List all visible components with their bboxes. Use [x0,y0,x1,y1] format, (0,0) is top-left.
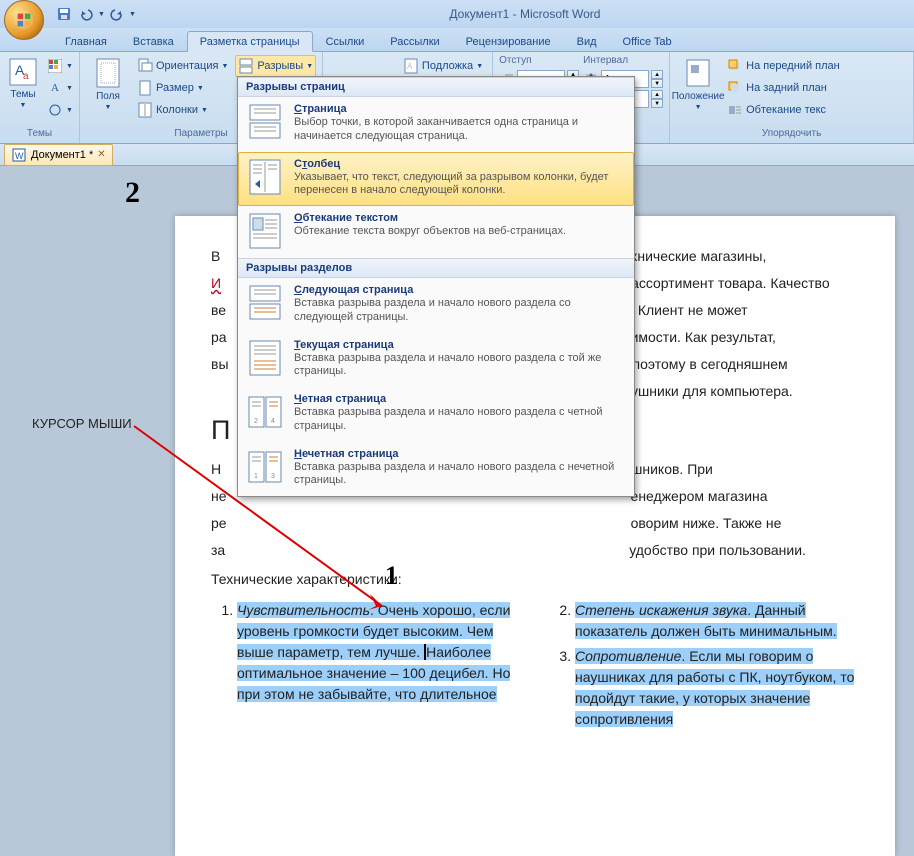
tab-insert[interactable]: Вставка [120,31,187,51]
annotation-2: 2 [125,176,140,210]
redo-button[interactable] [107,4,127,24]
svg-text:a: a [23,71,29,82]
tab-mailings[interactable]: Рассылки [377,31,452,51]
watermark-label: Подложка [422,60,473,72]
undo-dropdown[interactable]: ▼ [98,11,105,18]
section-odd-page[interactable]: 13 Нечетная страницаВставка разрыва разд… [238,442,634,497]
themes-button[interactable]: Aa Темы ▼ [6,55,40,127]
bring-front-label: На передний план [746,60,840,72]
word-doc-icon: W [11,147,27,163]
group-themes-label: Темы [6,127,73,143]
text-wrap-button[interactable]: Обтекание текс [724,99,843,121]
margins-label: Поля [96,91,120,102]
indent-heading: Отступ [499,55,579,69]
text-wrap-label: Обтекание текс [746,104,826,116]
ribbon-tabs: Главная Вставка Разметка страницы Ссылки… [0,28,914,52]
section-even-page[interactable]: 24 Четная страницаВставка разрыва раздел… [238,387,634,442]
size-label: Размер [156,82,194,94]
break-page-icon [248,103,282,141]
columns-button[interactable]: Колонки▼ [134,99,231,121]
svg-text:1: 1 [254,473,258,480]
spacing-heading: Интервал [583,55,663,69]
theme-colors[interactable]: ▼ [44,55,76,77]
section-even-icon: 24 [248,393,282,431]
document-tab-label: Документ1 * [31,149,93,161]
break-wrap-icon [248,212,282,250]
orientation-button[interactable]: Ориентация▼ [134,55,231,77]
quick-access-toolbar: ▼ ▼ [54,4,136,24]
document-tab[interactable]: W Документ1 * ✕ [4,144,113,166]
svg-text:3: 3 [271,473,275,480]
svg-text:A: A [407,62,413,71]
save-button[interactable] [54,4,74,24]
break-page[interactable]: СтраницаВыбор точки, в которой заканчива… [238,97,634,152]
tab-review[interactable]: Рецензирование [453,31,564,51]
tech-heading: Технические характеристики: [211,569,859,590]
tab-home[interactable]: Главная [52,31,120,51]
two-columns: Чувствительность. Очень хорошо, если уро… [211,600,859,734]
svg-text:2: 2 [254,418,258,425]
theme-fonts[interactable]: A▼ [44,77,76,99]
undo-button[interactable] [76,4,96,24]
qat-customize[interactable]: ▼ [129,11,136,18]
svg-text:4: 4 [271,418,275,425]
breaks-hdr-sections: Разрывы разделов [238,258,634,278]
tab-view[interactable]: Вид [564,31,610,51]
margins-button[interactable]: Поля▼ [86,55,130,127]
list-item: Чувствительность. Очень хорошо, если уро… [237,600,521,705]
section-odd-icon: 13 [248,448,282,486]
breaks-dropdown-menu: Разрывы страниц СтраницаВыбор точки, в к… [237,76,635,497]
section-next-page[interactable]: Следующая страницаВставка разрыва раздел… [238,278,634,333]
tab-page-layout[interactable]: Разметка страницы [187,31,313,52]
breaks-hdr-pages: Разрывы страниц [238,77,634,97]
orientation-label: Ориентация [156,60,218,72]
break-text-wrapping[interactable]: Обтекание текстомОбтекание текста вокруг… [238,206,634,258]
theme-effects[interactable]: ▼ [44,99,76,121]
group-arrange: Положение▼ На передний план На задний пл… [670,52,914,143]
tab-office-tab[interactable]: Office Tab [610,31,685,51]
list-item: Сопротивление. Если мы говорим о наушник… [575,646,859,730]
close-tab-icon[interactable]: ✕ [97,149,105,160]
themes-label: Темы [10,89,35,100]
list-item: Степень искажения звука. Данный показате… [575,600,859,642]
send-back-label: На задний план [746,82,827,94]
breaks-button[interactable]: Разрывы▼ [235,55,316,77]
watermark-button[interactable]: AПодложка▼ [400,55,486,77]
position-button[interactable]: Положение▼ [676,55,720,127]
breaks-label: Разрывы [257,60,303,72]
section-cont-icon [248,339,282,377]
break-column[interactable]: СтолбецУказывает, что текст, следующий з… [238,152,634,207]
size-button[interactable]: Размер▼ [134,77,231,99]
group-arrange-label: Упорядочить [676,127,907,143]
send-back-button[interactable]: На задний план [724,77,843,99]
office-button[interactable] [4,0,44,40]
window-title: Документ1 - Microsoft Word [136,7,914,21]
bring-front-button[interactable]: На передний план [724,55,843,77]
columns-label: Колонки [156,104,198,116]
cursor-annotation-label: КУРСОР МЫШИ [32,416,132,431]
svg-text:W: W [15,151,24,161]
section-next-icon [248,284,282,322]
tab-references[interactable]: Ссылки [313,31,378,51]
section-continuous[interactable]: Текущая страницаВставка разрыва раздела … [238,333,634,388]
position-label: Положение [672,91,725,102]
group-themes: Aa Темы ▼ ▼ A▼ ▼ Темы [0,52,80,143]
title-bar: ▼ ▼ Документ1 - Microsoft Word [0,0,914,28]
break-column-icon [248,158,282,196]
